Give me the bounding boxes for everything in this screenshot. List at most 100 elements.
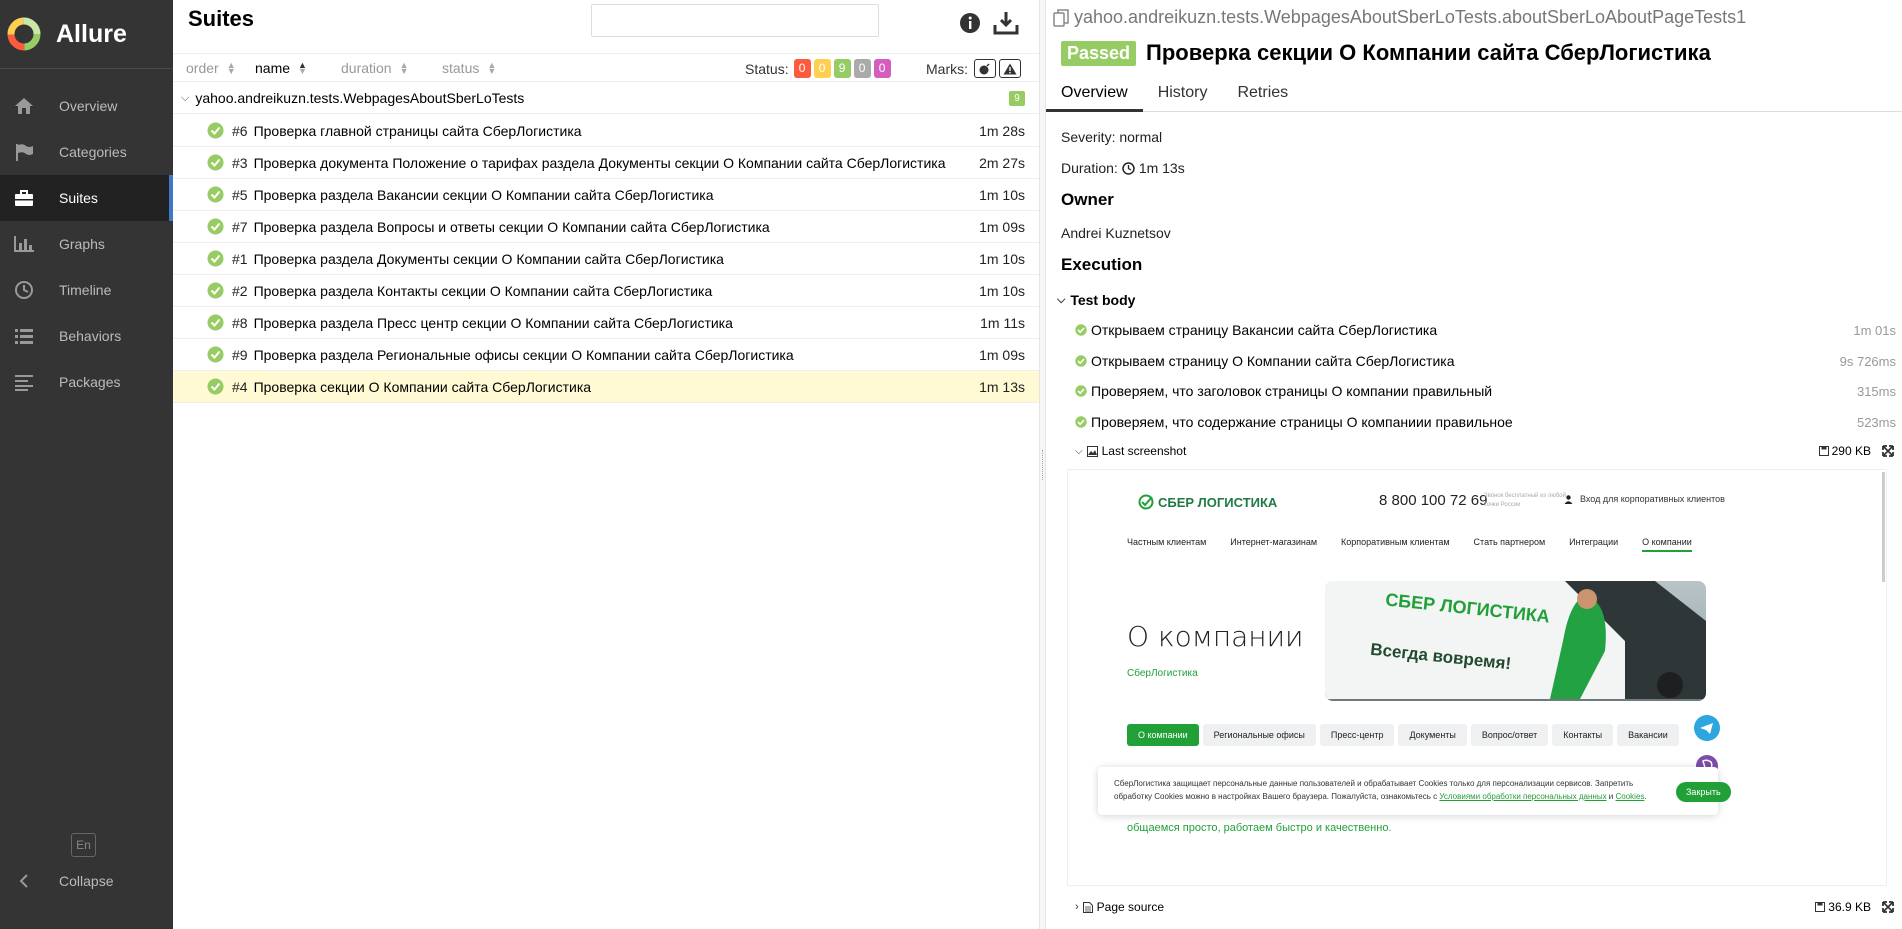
sort-label: order	[186, 59, 219, 76]
sort-duration[interactable]: duration ▲ ▼	[341, 60, 442, 76]
language-switch[interactable]: En	[71, 833, 96, 857]
chevron-down-icon: ⌵	[181, 91, 190, 104]
passed-status-icon	[207, 218, 224, 235]
sidebar-item-packages[interactable]: Packages	[0, 359, 173, 405]
test-name: Проверка раздела Вопросы и ответы секции…	[253, 218, 770, 235]
test-number: #3	[232, 154, 248, 171]
site-nav: Частным клиентам Интернет-магазинам Корп…	[1127, 537, 1716, 552]
sort-status[interactable]: status ▲ ▼	[442, 60, 496, 76]
splitter-handle[interactable]	[1042, 450, 1044, 480]
test-number: #1	[232, 250, 248, 267]
table-row[interactable]: #8 Проверка раздела Пресс центр секции О…	[173, 307, 1039, 339]
attachment-name: Page source	[1096, 900, 1165, 914]
step-duration: 315ms	[1856, 383, 1896, 399]
sidebar-item-suites[interactable]: Suites	[0, 175, 173, 221]
download-icon[interactable]	[993, 11, 1019, 35]
table-row[interactable]: #9 Проверка раздела Региональные офисы с…	[173, 339, 1039, 371]
table-row[interactable]: #2 Проверка раздела Контакты секции О Ко…	[173, 275, 1039, 307]
tab-retries[interactable]: Retries	[1222, 80, 1303, 112]
step-duration: 9s 726ms	[1839, 353, 1896, 369]
bar-chart-icon	[12, 234, 36, 254]
site-nav-item: Стать партнером	[1473, 537, 1546, 547]
sort-name[interactable]: name ▲ ▼	[255, 60, 341, 76]
status-skipped-toggle[interactable]: 0	[853, 59, 871, 78]
test-number: #7	[232, 218, 248, 235]
step-duration: 523ms	[1856, 414, 1896, 430]
duration-value: 1m 13s	[1138, 160, 1185, 176]
status-filter: Status: 0 0 9 0 0	[745, 54, 891, 83]
sort-order[interactable]: order ▲ ▼	[186, 60, 255, 76]
attachment-row[interactable]: › Page source 36.9 KB	[1075, 895, 1896, 919]
site-tab: Контакты	[1552, 724, 1614, 746]
tab-overview[interactable]: Overview	[1046, 80, 1143, 112]
user-icon	[1564, 494, 1573, 504]
suite-group[interactable]: ⌵ yahoo.andreikuzn.tests.WebpagesAboutSb…	[173, 83, 1039, 114]
step-row[interactable]: Открываем страницу Вакансии сайта СберЛо…	[1075, 315, 1896, 345]
sidebar-item-graphs[interactable]: Graphs	[0, 221, 173, 267]
test-name: Проверка секции О Компании сайта СберЛог…	[253, 378, 592, 395]
sort-arrows-icon: ▲ ▼	[226, 59, 236, 76]
brand[interactable]: Allure	[0, 0, 173, 69]
list-icon	[12, 326, 36, 346]
sidebar-item-overview[interactable]: Overview	[0, 83, 173, 129]
marks-filter: Marks:	[926, 54, 1021, 83]
test-duration: 1m 13s	[979, 379, 1025, 395]
status-filter-label: Status:	[745, 60, 789, 77]
screenshot-preview[interactable]: СБЕР ЛОГИСТИКА 8 800 100 72 69 Звонок бе…	[1067, 469, 1887, 886]
site-tab: Вопрос/ответ	[1470, 724, 1549, 746]
flaky-mark-toggle[interactable]	[974, 59, 996, 78]
collapse-button[interactable]: Collapse	[0, 858, 173, 904]
breadcrumb: yahoo.andreikuzn.tests.WebpagesAboutSber…	[1053, 7, 1746, 28]
fullscreen-icon[interactable]	[1882, 901, 1894, 913]
table-row[interactable]: #6 Проверка главной страницы сайта СберЛ…	[173, 115, 1039, 147]
step-row[interactable]: Проверяем, что заголовок страницы О комп…	[1075, 376, 1896, 406]
search-input[interactable]	[591, 4, 879, 37]
new-failed-mark-toggle[interactable]	[999, 59, 1021, 78]
site-hero-image: СБЕР ЛОГИСТИКА Всегда вовремя!	[1325, 581, 1706, 701]
table-row[interactable]: #7 Проверка раздела Вопросы и ответы сек…	[173, 211, 1039, 243]
step-row[interactable]: Проверяем, что содержание страницы О ком…	[1075, 407, 1896, 437]
test-title: Проверка секции О Компании сайта СберЛог…	[1146, 40, 1711, 65]
pane-splitter[interactable]	[1039, 0, 1046, 929]
sort-label: duration	[341, 59, 392, 76]
test-number: #9	[232, 346, 248, 363]
attachment-size-field: 290 KB	[1818, 444, 1871, 458]
sidebar-item-label: Overview	[59, 98, 118, 114]
scrollbar[interactable]	[1882, 472, 1885, 582]
sort-label: name	[255, 59, 291, 76]
marks-label: Marks:	[926, 60, 968, 77]
status-unknown-toggle[interactable]: 0	[873, 59, 891, 78]
attachment-size-field: 36.9 KB	[1815, 900, 1871, 914]
sidebar-item-label: Behaviors	[59, 328, 122, 344]
passed-status-icon	[207, 378, 224, 395]
site-nav-item: Интернет-магазинам	[1230, 537, 1318, 547]
info-icon[interactable]	[959, 12, 981, 34]
test-number: #4	[232, 378, 248, 395]
tab-history[interactable]: History	[1143, 80, 1223, 112]
table-row-selected[interactable]: #4 Проверка секции О Компании сайта Сбер…	[173, 371, 1039, 403]
status-failed-toggle[interactable]: 0	[793, 59, 811, 78]
step-row[interactable]: Открываем страницу О Компании сайта Сбер…	[1075, 346, 1896, 376]
sidebar-item-timeline[interactable]: Timeline	[0, 267, 173, 313]
table-row[interactable]: #1 Проверка раздела Документы секции О К…	[173, 243, 1039, 275]
sidebar-item-label: Suites	[59, 190, 98, 206]
fullscreen-icon[interactable]	[1882, 445, 1894, 457]
passed-status-icon	[1075, 416, 1087, 428]
sidebar-item-categories[interactable]: Categories	[0, 129, 173, 175]
test-name: Проверка раздела Пресс центр секции О Ко…	[253, 314, 733, 331]
table-row[interactable]: #3 Проверка документа Положение о тарифа…	[173, 147, 1039, 179]
passed-status-icon	[207, 186, 224, 203]
sber-logo-text: СБЕР ЛОГИСТИКА	[1158, 494, 1278, 510]
table-row[interactable]: #5 Проверка раздела Вакансии секции О Ко…	[173, 179, 1039, 211]
test-name: Проверка раздела Региональные офисы секц…	[253, 346, 794, 363]
sort-label: status	[442, 59, 480, 76]
copy-icon[interactable]	[1053, 8, 1069, 27]
status-passed-toggle[interactable]: 9	[833, 59, 851, 78]
test-body-toggle[interactable]: ⌵ Test body	[1057, 292, 1135, 308]
clock-icon	[1122, 161, 1135, 175]
sort-arrows-icon: ▲ ▼	[399, 59, 409, 76]
attachment-row[interactable]: ⌵ Last screenshot 290 KB	[1075, 439, 1896, 463]
image-icon	[1086, 445, 1098, 457]
sidebar-item-behaviors[interactable]: Behaviors	[0, 313, 173, 359]
status-broken-toggle[interactable]: 0	[813, 59, 831, 78]
